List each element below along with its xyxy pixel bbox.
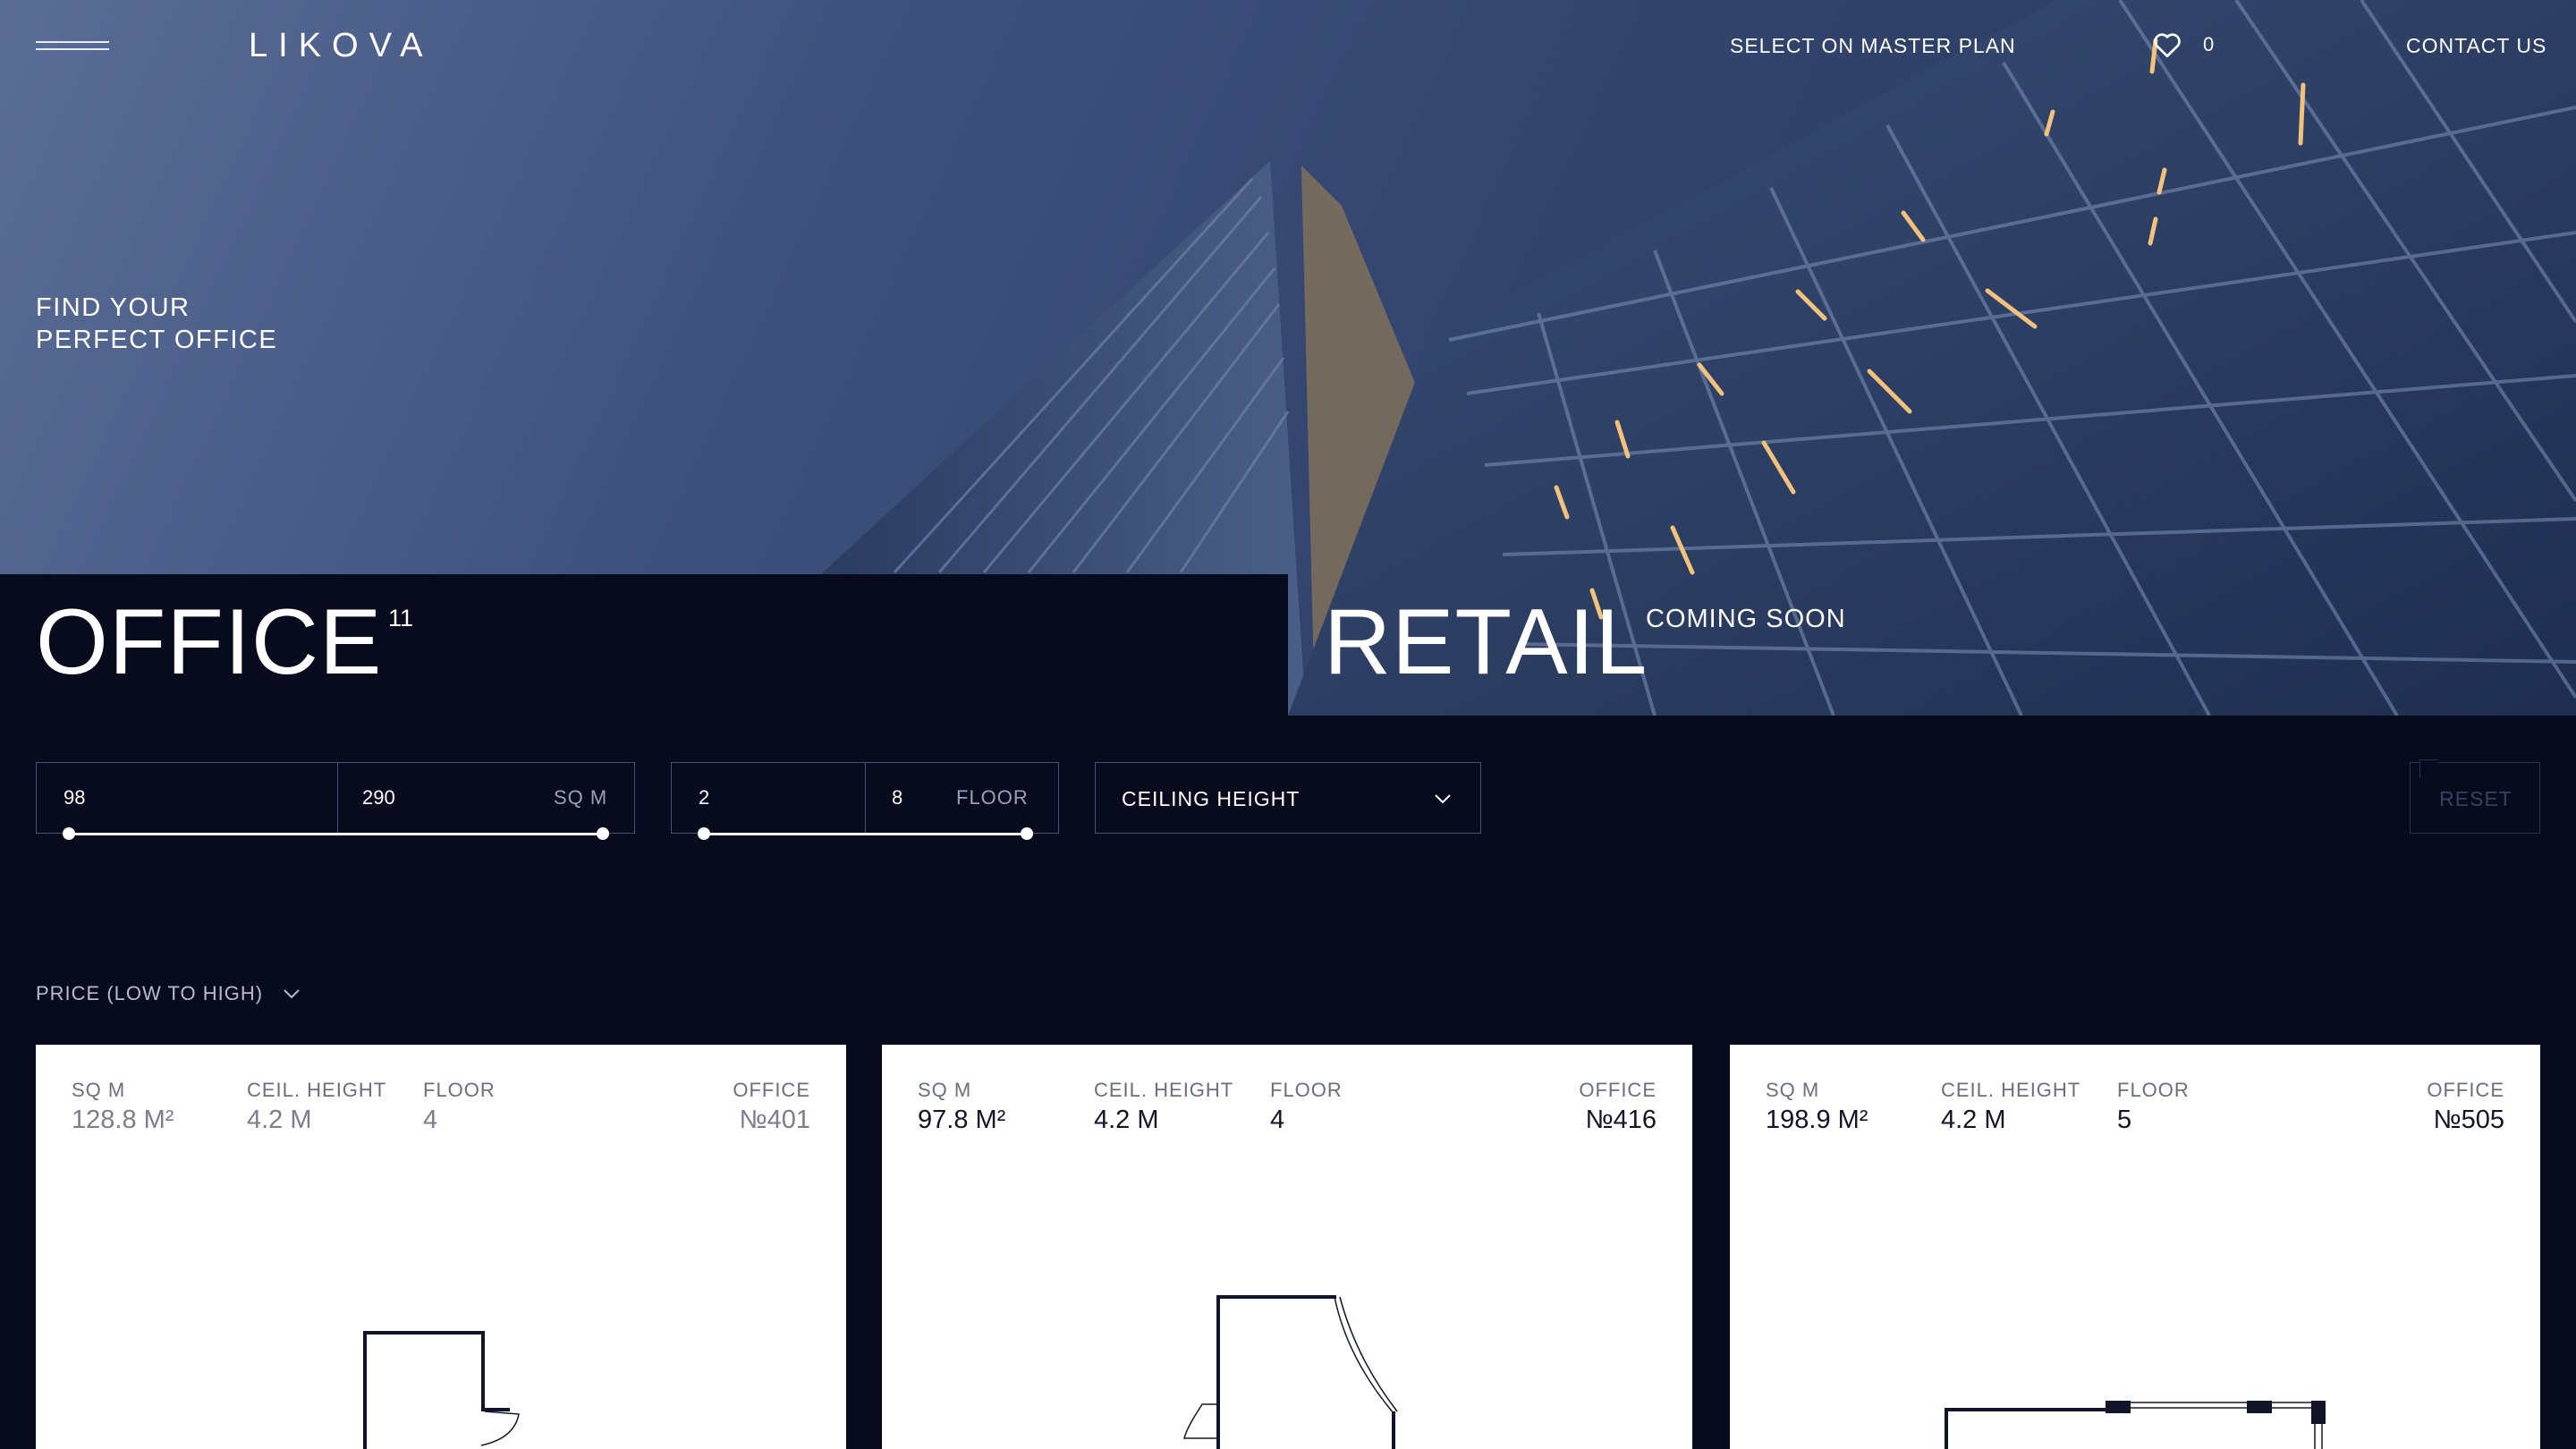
ceiling-value: 4.2 M: [1094, 1106, 1159, 1134]
hero-tagline: FIND YOUR PERFECT OFFICE: [36, 292, 277, 356]
floor-value: 5: [2117, 1106, 2132, 1134]
area-label: SQ M: [72, 1079, 126, 1101]
top-navigation: LIKOVA SELECT ON MASTER PLAN 0 CONTACT U…: [0, 0, 2576, 89]
ceiling-label: CEIL. HEIGHT: [1094, 1079, 1234, 1101]
area-max-input[interactable]: 290: [362, 763, 541, 833]
ceiling-label: CEIL. HEIGHT: [1941, 1079, 2081, 1101]
area-value: 198.9 M²: [1766, 1106, 1868, 1134]
area-value: 97.8 M²: [918, 1106, 1006, 1134]
floor-slider-min-handle[interactable]: [698, 827, 710, 840]
floor-slider-max-handle[interactable]: [1021, 827, 1033, 840]
filter-divider: [337, 763, 338, 833]
office-card-505[interactable]: SQ M 198.9 M² CEIL. HEIGHT 4.2 M FLOOR 5…: [1730, 1045, 2540, 1449]
office-label: OFFICE: [733, 1079, 810, 1101]
floor-label: FLOOR: [1270, 1079, 1343, 1101]
ceiling-height-label: CEILING HEIGHT: [1122, 787, 1301, 810]
tagline-line-1: FIND YOUR: [36, 293, 191, 322]
area-label: SQ M: [918, 1079, 972, 1101]
site-logo[interactable]: LIKOVA: [249, 27, 433, 65]
heart-icon: [2154, 33, 2181, 58]
area-unit-label: SQ M: [554, 786, 608, 809]
retail-coming-soon-label: COMING SOON: [1646, 605, 1846, 633]
sort-dropdown[interactable]: PRICE (LOW TO HIGH): [36, 982, 302, 1005]
hamburger-line: [36, 48, 109, 50]
contact-us-link[interactable]: CONTACT US: [2406, 34, 2546, 58]
ceiling-value: 4.2 M: [1941, 1106, 2006, 1134]
floor-range-filter: 2 8 FLOOR: [671, 762, 1059, 840]
tagline-line-2: PERFECT OFFICE: [36, 326, 278, 354]
hamburger-icon[interactable]: [36, 41, 109, 52]
sort-label: PRICE (LOW TO HIGH): [36, 982, 264, 1004]
ceiling-label: CEIL. HEIGHT: [247, 1079, 387, 1101]
area-value: 128.8 M²: [72, 1106, 174, 1134]
area-slider-min-handle[interactable]: [63, 827, 75, 840]
floor-slider-track[interactable]: [704, 833, 1028, 835]
hero-section: [0, 0, 2576, 716]
filter-divider: [865, 763, 866, 833]
office-card-401[interactable]: SQ M 128.8 M² CEIL. HEIGHT 4.2 M FLOOR 4…: [36, 1045, 846, 1449]
favorites-button[interactable]: 0: [2151, 29, 2214, 61]
favorites-count: 0: [2203, 33, 2215, 55]
area-slider-max-handle[interactable]: [597, 827, 609, 840]
office-card-416[interactable]: SQ M 97.8 M² CEIL. HEIGHT 4.2 M FLOOR 4 …: [882, 1045, 1692, 1449]
chevron-down-icon: [1435, 794, 1451, 804]
floor-value: 4: [1270, 1106, 1285, 1134]
area-range-filter: 98 290 SQ M: [36, 762, 635, 840]
office-number: №416: [1585, 1106, 1657, 1134]
floor-unit-label: FLOOR: [956, 786, 1029, 809]
floor-value: 4: [423, 1106, 438, 1134]
reset-button[interactable]: RESET: [2410, 759, 2540, 834]
office-number: №505: [2433, 1106, 2505, 1134]
tab-office[interactable]: OFFICE: [36, 589, 382, 696]
office-label: OFFICE: [1579, 1079, 1657, 1101]
reset-label: RESET: [2439, 787, 2512, 810]
area-min-input[interactable]: 98: [64, 763, 332, 833]
floor-label: FLOOR: [2117, 1079, 2190, 1101]
office-count-badge: 11: [388, 605, 414, 631]
floor-min-input[interactable]: 2: [699, 763, 860, 833]
area-label: SQ M: [1766, 1079, 1820, 1101]
floor-max-input[interactable]: 8: [892, 763, 945, 833]
area-slider-track[interactable]: [69, 833, 604, 835]
hamburger-line: [36, 41, 109, 43]
office-label: OFFICE: [2427, 1079, 2504, 1101]
reset-notch: [2419, 759, 2437, 777]
floor-label: FLOOR: [423, 1079, 496, 1101]
tab-retail[interactable]: RETAIL: [1324, 589, 1648, 696]
office-number: №401: [739, 1106, 811, 1134]
ceiling-height-dropdown[interactable]: CEILING HEIGHT: [1095, 762, 1481, 834]
chevron-down-icon: [284, 989, 300, 999]
master-plan-link[interactable]: SELECT ON MASTER PLAN: [1730, 34, 2016, 58]
ceiling-value: 4.2 M: [247, 1106, 312, 1134]
